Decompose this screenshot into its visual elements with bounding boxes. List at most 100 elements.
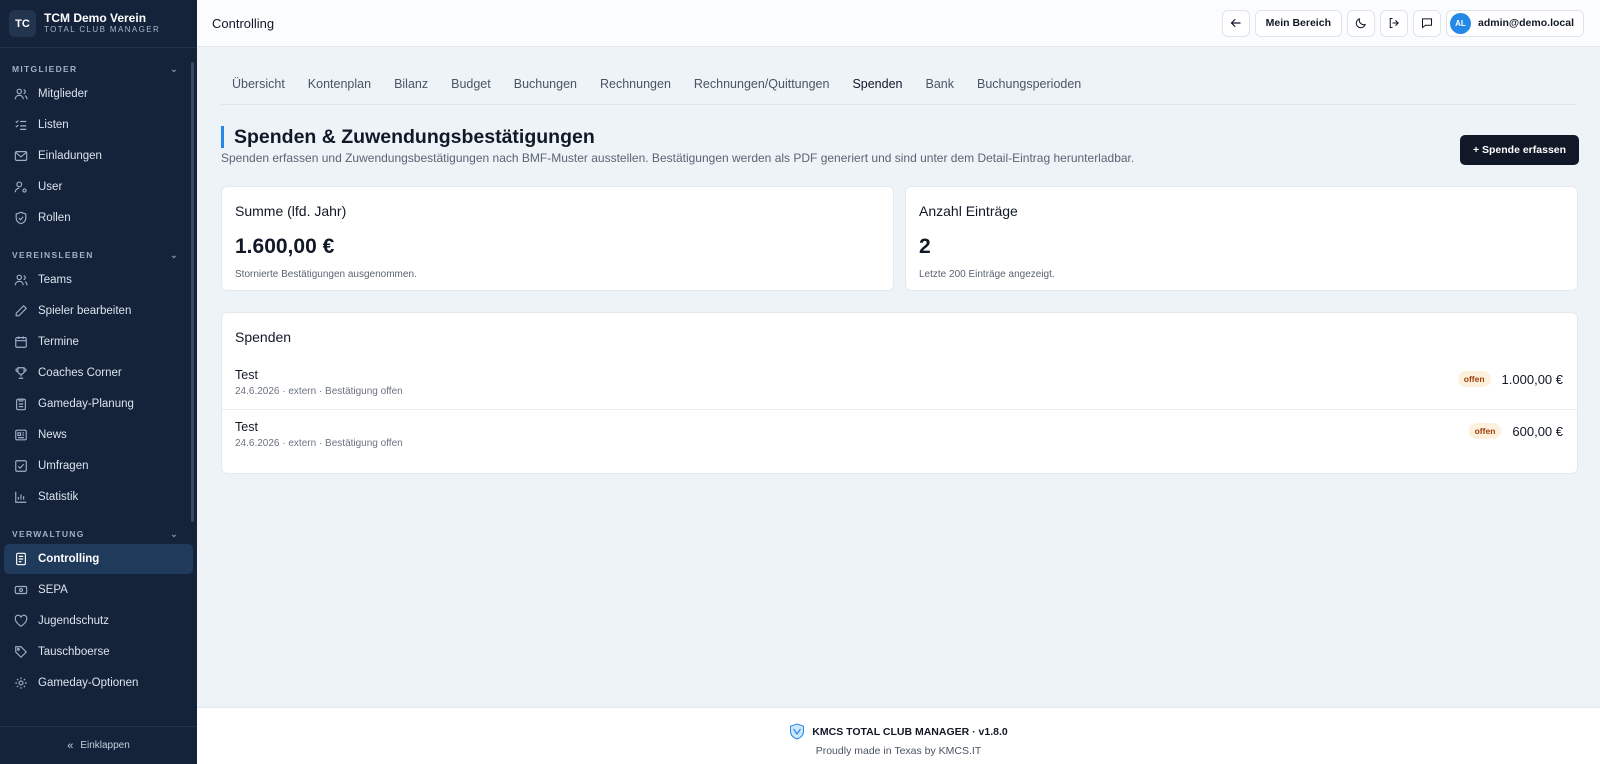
collapse-label: Einklappen [80, 740, 130, 751]
sidebar-item-label: Rollen [38, 212, 71, 224]
sidebar-item-spieler-bearbeiten[interactable]: Spieler bearbeiten [4, 296, 193, 326]
sidebar-item-termine[interactable]: Termine [4, 327, 193, 357]
mail-icon [14, 151, 28, 161]
sidebar-item-label: Gameday-Planung [38, 398, 134, 410]
section-vereinsleben-header[interactable]: VEREINSLEBEN ⌄ [0, 234, 197, 264]
sum-card-value: 1.600,00 € [235, 235, 335, 258]
sidebar-item-label: Controlling [38, 553, 100, 565]
sidebar-item-user[interactable]: User [4, 172, 193, 202]
count-card: Anzahl Einträge 2 Letzte 200 Einträge an… [905, 186, 1578, 291]
sidebar-nav: MITGLIEDER ⌄ Mitglieder Listen Einladunge… [0, 48, 197, 726]
tab-rechnungen-quittungen[interactable]: Rechnungen/Quittungen [683, 67, 841, 101]
sidebar-item-umfragen[interactable]: Umfragen [4, 451, 193, 481]
sum-card: Summe (lfd. Jahr) 1.600,00 € Stornierte … [221, 186, 894, 291]
chevron-down-icon: ⌄ [170, 249, 179, 260]
tab-rechnungen[interactable]: Rechnungen [589, 67, 682, 101]
tab-spenden[interactable]: Spenden [841, 67, 913, 101]
pencil-icon [15, 304, 28, 317]
sidebar-item-teams[interactable]: Teams [4, 265, 193, 295]
donation-amount: 1.000,00 € [1501, 371, 1563, 387]
tab-kontenplan[interactable]: Kontenplan [297, 67, 382, 101]
sidebar-item-label: Spieler bearbeiten [38, 305, 132, 317]
chevron-down-icon: ⌄ [170, 63, 179, 74]
newspaper-icon [15, 429, 27, 441]
sidebar-item-label: News [38, 429, 67, 441]
moon-icon [1355, 18, 1366, 29]
sidebar-item-label: Termine [38, 336, 79, 348]
donation-meta: 24.6.2026 · extern · Bestätigung offen [235, 438, 403, 449]
sidebar-item-gameday-optionen[interactable]: Gameday-Optionen [4, 668, 193, 698]
sidebar-item-listen[interactable]: Listen [4, 110, 193, 140]
collapse-sidebar-button[interactable]: « Einklappen [0, 726, 197, 764]
sidebar-item-coaches-corner[interactable]: Coaches Corner [4, 358, 193, 388]
user-menu-button[interactable]: AL admin@demo.local [1445, 9, 1584, 37]
arrow-left-icon [1230, 18, 1241, 28]
back-button[interactable] [1221, 9, 1250, 37]
list-item[interactable]: Test 24.6.2026 · extern · Bestätigung of… [222, 358, 1577, 408]
section-title: Spenden & Zuwendungsbestätigungen [221, 126, 1201, 148]
tab-bilanz[interactable]: Bilanz [383, 67, 439, 101]
theme-toggle-button[interactable] [1346, 9, 1375, 37]
logout-icon [1389, 17, 1399, 29]
mein-bereich-button[interactable]: Mein Bereich [1254, 9, 1342, 37]
sidebar-item-label: Teams [38, 274, 72, 286]
banknote-icon [14, 585, 28, 595]
club-brand: TCM Demo Verein TOTAL CLUB MANAGER [44, 12, 160, 35]
sum-card-note: Stornierte Bestätigungen ausgenommen. [235, 269, 417, 280]
bar-chart-icon [15, 491, 27, 503]
document-icon [16, 552, 26, 566]
sidebar-item-einladungen[interactable]: Einladungen [4, 141, 193, 171]
tab-buchungen[interactable]: Buchungen [503, 67, 588, 101]
sidebar-item-label: Einladungen [38, 150, 102, 162]
add-donation-button[interactable]: + Spende erfassen [1460, 135, 1579, 165]
donations-card: Spenden Test 24.6.2026 · extern · Bestät… [221, 312, 1578, 474]
section-verwaltung-header[interactable]: VERWALTUNG ⌄ [0, 513, 197, 543]
tab-budget[interactable]: Budget [440, 67, 502, 101]
sidebar-item-mitglieder[interactable]: Mitglieder [4, 79, 193, 109]
club-logo[interactable]: TC [9, 10, 36, 37]
section-mitglieder-header[interactable]: MITGLIEDER ⌄ [0, 48, 197, 78]
footer-tagline[interactable]: Proudly made in Texas by KMCS.IT [197, 745, 1600, 757]
sidebar-item-label: Tauschboerse [38, 646, 110, 658]
donations-title: Spenden [235, 329, 292, 345]
chevron-down-icon: ⌄ [170, 528, 179, 539]
tab-bank[interactable]: Bank [915, 67, 966, 101]
footer-brand-line: KMCS TOTAL CLUB MANAGER · v1.8.0 [197, 723, 1600, 740]
section-title: MITGLIEDER [12, 64, 78, 74]
sidebar-item-sepa[interactable]: SEPA [4, 575, 193, 605]
settings-icon [15, 677, 27, 689]
sidebar-item-rollen[interactable]: Rollen [4, 203, 193, 233]
sidebar-item-news[interactable]: News [4, 420, 193, 450]
sidebar-item-tauschboerse[interactable]: Tauschboerse [4, 637, 193, 667]
footer: KMCS TOTAL CLUB MANAGER · v1.8.0 Proudly… [197, 707, 1600, 764]
donation-name: Test [235, 420, 258, 434]
sidebar-item-jugendschutz[interactable]: Jugendschutz [4, 606, 193, 636]
logout-button[interactable] [1379, 9, 1408, 37]
user-email: admin@demo.local [1477, 17, 1574, 29]
list-item[interactable]: Test 24.6.2026 · extern · Bestätigung of… [222, 409, 1577, 459]
trophy-icon [15, 367, 27, 379]
sidebar-scrollbar[interactable] [191, 62, 194, 522]
section-description: Spenden erfassen und Zuwendungsbestätigu… [221, 151, 1135, 165]
users-icon [14, 274, 28, 286]
tab-buchungsperioden[interactable]: Buchungsperioden [966, 67, 1092, 101]
sidebar-item-statistik[interactable]: Statistik [4, 482, 193, 512]
sidebar-item-label: Mitglieder [38, 88, 88, 100]
tab-uebersicht[interactable]: Übersicht [221, 67, 296, 101]
heart-icon [14, 614, 28, 627]
donation-summary: offen 600,00 € [1468, 423, 1563, 439]
club-subtitle: TOTAL CLUB MANAGER [44, 25, 161, 34]
footer-brand: KMCS TOTAL CLUB MANAGER · v1.8.0 [812, 725, 1008, 738]
sidebar-item-gameday-planung[interactable]: Gameday-Planung [4, 389, 193, 419]
topbar: Controlling Mein Bereich AL admin@demo.l… [197, 0, 1600, 47]
sidebar-item-label: Listen [38, 119, 69, 131]
clipboard-icon [16, 398, 26, 411]
avatar: AL [1449, 12, 1471, 34]
messages-button[interactable] [1412, 9, 1441, 37]
status-badge: offen [1457, 371, 1491, 387]
sidebar-item-controlling[interactable]: Controlling [4, 544, 193, 574]
calendar-icon [15, 336, 27, 348]
count-card-note: Letzte 200 Einträge angezeigt. [919, 269, 1055, 280]
donation-meta: 24.6.2026 · extern · Bestätigung offen [235, 386, 403, 397]
section-header: Spenden & Zuwendungsbestätigungen Spende… [221, 126, 1201, 165]
